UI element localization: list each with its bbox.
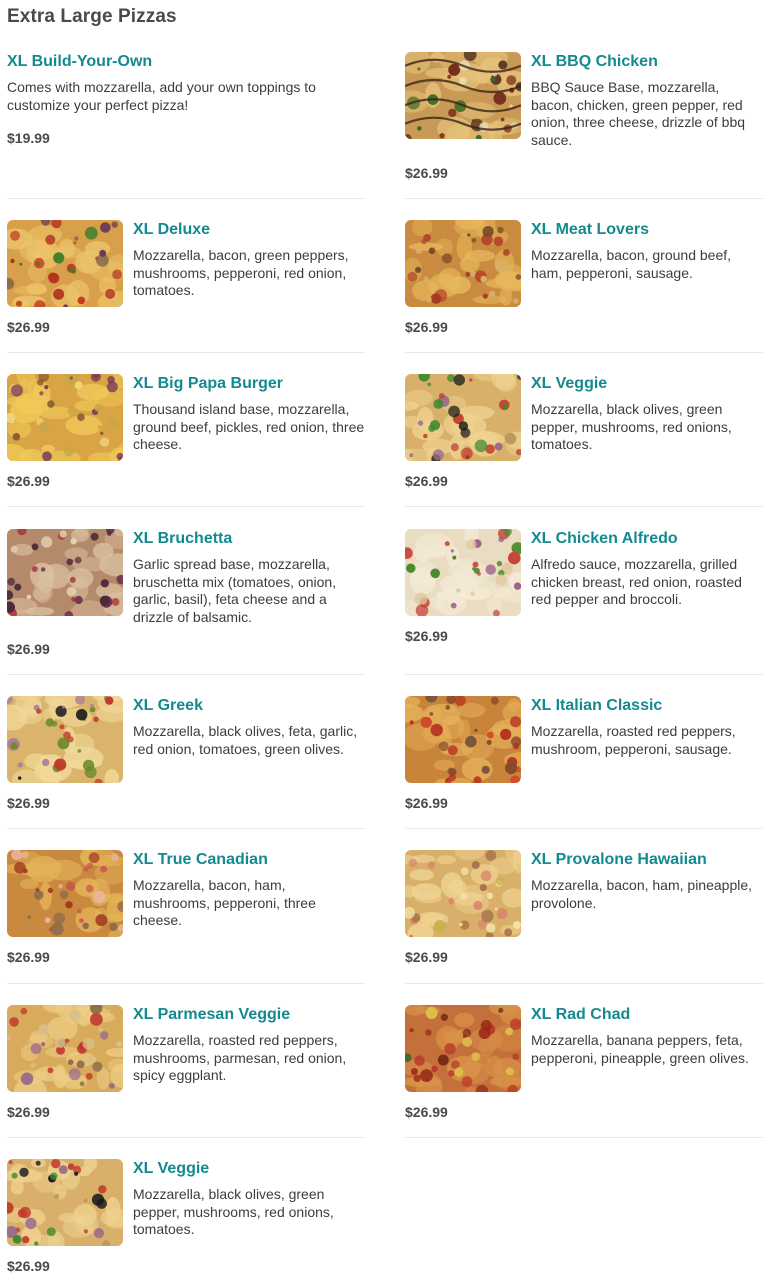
pizza-image	[405, 850, 521, 937]
item-price: $26.99	[405, 949, 448, 965]
item-description: Mozzarella, roasted red peppers, mushroo…	[133, 1032, 347, 1083]
menu-item[interactable]: XL Deluxe Mozzarella, bacon, green peppe…	[7, 220, 365, 353]
item-price: $26.99	[7, 949, 50, 965]
item-description: Thousand island base, mozzarella, ground…	[133, 401, 365, 452]
item-price: $26.99	[7, 1104, 50, 1120]
item-name[interactable]: XL Parmesan Veggie	[133, 1005, 365, 1025]
item-description: BBQ Sauce Base, mozzarella, bacon, chick…	[531, 79, 746, 148]
pizza-image	[405, 220, 521, 307]
item-name[interactable]: XL True Canadian	[133, 850, 365, 870]
menu-item[interactable]: XL Build-Your-Own Comes with mozzarella,…	[7, 52, 365, 199]
menu-item[interactable]: XL Bruchetta Garlic spread base, mozzare…	[7, 529, 365, 675]
item-description: Mozzarella, roasted red peppers, mushroo…	[531, 723, 736, 757]
pizza-image	[7, 529, 123, 616]
item-price: $26.99	[405, 473, 448, 489]
pizza-image	[405, 52, 521, 139]
menu-item[interactable]: XL BBQ Chicken BBQ Sauce Base, mozzarell…	[405, 52, 763, 199]
pizza-image	[405, 529, 521, 616]
item-description: Alfredo sauce, mozzarella, grilled chick…	[531, 556, 742, 607]
pizza-photo-graphic	[405, 1005, 521, 1092]
pizza-image	[405, 1005, 521, 1092]
pizza-photo-graphic	[405, 529, 521, 616]
item-price: $26.99	[7, 641, 50, 657]
menu-item[interactable]: XL Greek Mozzarella, black olives, feta,…	[7, 696, 365, 829]
pizza-photo-graphic	[7, 696, 123, 783]
pizza-image	[7, 1005, 123, 1092]
pizza-photo-graphic	[405, 220, 521, 307]
item-name[interactable]: XL Rad Chad	[531, 1005, 763, 1025]
pizza-photo-graphic	[405, 52, 521, 139]
item-name[interactable]: XL Big Papa Burger	[133, 374, 365, 394]
item-name[interactable]: XL Chicken Alfredo	[531, 529, 763, 549]
pizza-photo-graphic	[7, 529, 123, 616]
item-description: Garlic spread base, mozzarella, bruschet…	[133, 556, 337, 625]
item-description: Mozzarella, black olives, feta, garlic, …	[133, 723, 358, 757]
item-price: $26.99	[405, 1104, 448, 1120]
item-price: $26.99	[405, 165, 448, 181]
menu-item[interactable]: XL Big Papa Burger Thousand island base,…	[7, 374, 365, 507]
item-price: $26.99	[7, 1258, 50, 1274]
item-name[interactable]: XL Meat Lovers	[531, 220, 763, 240]
item-price: $26.99	[405, 319, 448, 335]
menu-item[interactable]: XL Provalone Hawaiian Mozzarella, bacon,…	[405, 850, 763, 984]
menu-item[interactable]: XL True Canadian Mozzarella, bacon, ham,…	[7, 850, 365, 984]
item-price: $26.99	[405, 795, 448, 811]
item-description: Mozzarella, bacon, ground beef, ham, pep…	[531, 247, 732, 281]
item-name[interactable]: XL Veggie	[133, 1159, 365, 1179]
pizza-photo-graphic	[7, 1159, 123, 1246]
item-price: $26.99	[7, 319, 50, 335]
pizza-photo-graphic	[7, 850, 123, 937]
menu-item[interactable]: XL Veggie Mozzarella, black olives, gree…	[7, 1159, 365, 1280]
menu-item[interactable]: XL Italian Classic Mozzarella, roasted r…	[405, 696, 763, 829]
menu-item[interactable]: XL Veggie Mozzarella, black olives, gree…	[405, 374, 763, 507]
item-description: Mozzarella, bacon, green peppers, mushro…	[133, 247, 349, 298]
pizza-photo-graphic	[405, 850, 521, 937]
section-title: Extra Large Pizzas	[7, 6, 177, 27]
item-description: Mozzarella, black olives, green pepper, …	[133, 1186, 334, 1237]
pizza-image	[7, 374, 123, 461]
item-description: Mozzarella, banana peppers, feta, pepper…	[531, 1032, 749, 1066]
item-price: $26.99	[7, 795, 50, 811]
item-price: $19.99	[7, 130, 50, 146]
item-description: Mozzarella, bacon, ham, mushrooms, peppe…	[133, 877, 316, 928]
menu-item[interactable]: XL Rad Chad Mozzarella, banana peppers, …	[405, 1005, 763, 1138]
item-description: Mozzarella, bacon, ham, pineapple, provo…	[531, 877, 753, 911]
menu-item[interactable]: XL Meat Lovers Mozzarella, bacon, ground…	[405, 220, 763, 353]
item-name[interactable]: XL Provalone Hawaiian	[531, 850, 763, 870]
item-name[interactable]: XL Veggie	[531, 374, 763, 394]
item-description: Comes with mozzarella, add your own topp…	[7, 79, 316, 113]
item-price: $26.99	[405, 628, 448, 644]
pizza-image	[7, 1159, 123, 1246]
pizza-photo-graphic	[405, 374, 521, 461]
pizza-image	[7, 696, 123, 783]
pizza-photo-graphic	[405, 696, 521, 783]
menu-item[interactable]: XL Chicken Alfredo Alfredo sauce, mozzar…	[405, 529, 763, 675]
pizza-photo-graphic	[7, 374, 123, 461]
pizza-image	[7, 850, 123, 937]
item-name[interactable]: XL Bruchetta	[133, 529, 365, 549]
item-name[interactable]: XL BBQ Chicken	[531, 52, 763, 72]
item-name[interactable]: XL Build-Your-Own	[7, 52, 365, 72]
item-name[interactable]: XL Deluxe	[133, 220, 365, 240]
menu-item[interactable]: XL Parmesan Veggie Mozzarella, roasted r…	[7, 1005, 365, 1138]
pizza-image	[405, 374, 521, 461]
item-name[interactable]: XL Italian Classic	[531, 696, 763, 716]
pizza-image	[405, 696, 521, 783]
pizza-photo-graphic	[7, 220, 123, 307]
item-description: Mozzarella, black olives, green pepper, …	[531, 401, 732, 452]
pizza-photo-graphic	[7, 1005, 123, 1092]
item-name[interactable]: XL Greek	[133, 696, 365, 716]
item-price: $26.99	[7, 473, 50, 489]
pizza-image	[7, 220, 123, 307]
